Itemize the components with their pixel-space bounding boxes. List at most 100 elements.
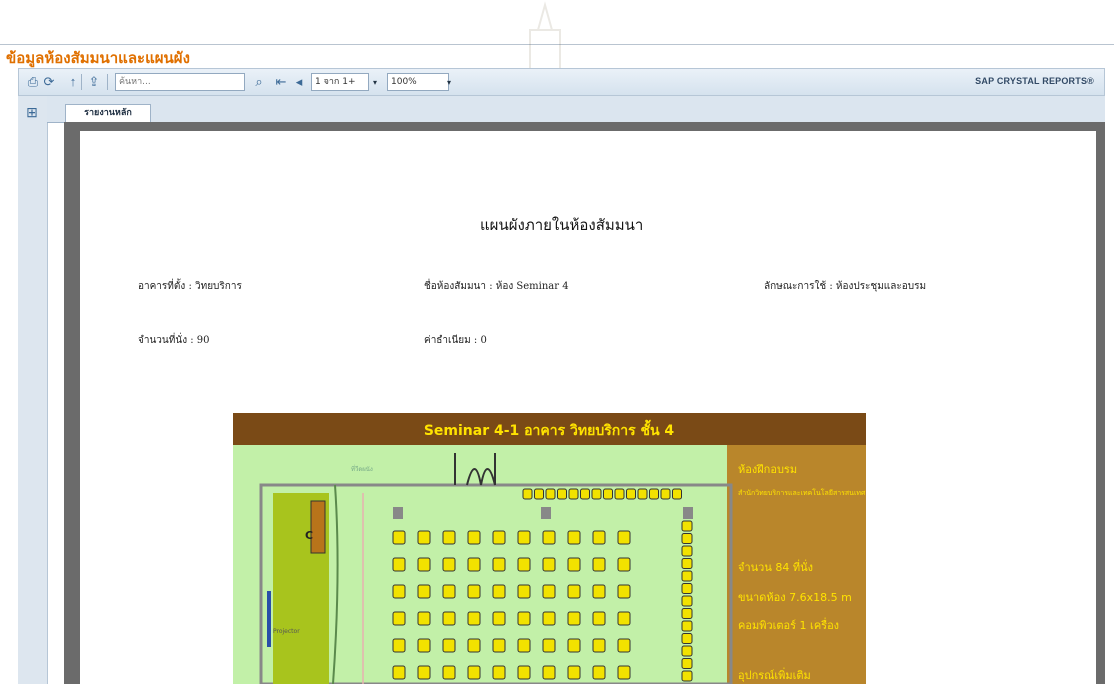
seat: [567, 638, 581, 653]
seat: [417, 638, 431, 653]
seat: [467, 557, 481, 572]
usage-field: ลักษณะการใช้ : ห้องประชุมและอบรม: [764, 281, 927, 292]
zoom-dropdown-icon[interactable]: ▾: [447, 78, 451, 87]
page-title: ข้อมูลห้องสัมมนาและแผนผัง: [6, 49, 190, 67]
seat: [681, 620, 693, 632]
group-tree-panel: ⊞: [18, 96, 48, 684]
seat: [681, 645, 693, 657]
seat: [492, 665, 506, 680]
seat: [681, 633, 693, 644]
tab-main-report[interactable]: รายงานหลัก: [65, 104, 151, 122]
seat: [492, 611, 506, 626]
seat: [567, 530, 581, 545]
seat: [517, 611, 531, 626]
projector-label: Projector: [273, 628, 300, 635]
page-navigation[interactable]: 1 จาก 1+: [311, 73, 369, 91]
report-tabs: รายงานหลัก: [47, 96, 1105, 123]
page-dropdown-icon[interactable]: ▾: [373, 78, 377, 87]
seat: [517, 638, 531, 653]
seat: [534, 488, 544, 500]
seat: [492, 638, 506, 653]
seat: [492, 584, 506, 599]
seat: [592, 584, 606, 599]
seat: [442, 557, 456, 572]
seat: [542, 665, 556, 680]
binoculars-icon[interactable]: ⌕: [251, 74, 267, 90]
seat: [392, 584, 406, 599]
seat: [617, 638, 631, 653]
report-toolbar: ⎙ ⟳ ↑ ⇪ ⌕ ⇤ ◂ 1 จาก 1+ ▾ 100% ▾ SAP CRYS…: [18, 68, 1105, 96]
seat: [681, 583, 693, 594]
seat: [417, 584, 431, 599]
prev-page-icon[interactable]: ◂: [291, 74, 307, 90]
seat: [442, 530, 456, 545]
seat: [557, 488, 567, 500]
seat: [660, 488, 671, 500]
seat: [467, 638, 481, 653]
seat: [592, 530, 606, 545]
zoom-select[interactable]: 100%: [387, 73, 449, 91]
seat: [681, 545, 693, 557]
floor-plan-image: Seminar 4-1 อาคาร วิทยบริการ ชั้น 4 C ที…: [233, 413, 866, 684]
seat: [442, 584, 456, 599]
panel-heading: ห้องฝึกอบรม: [738, 463, 797, 476]
seat: [603, 488, 613, 500]
seat: [492, 530, 506, 545]
seat: [591, 488, 602, 500]
refresh-icon[interactable]: ⟳: [41, 74, 57, 90]
screen-label: ที่วีดผนัง: [351, 465, 373, 473]
seat: [417, 611, 431, 626]
seat: [392, 665, 406, 680]
seat: [467, 584, 481, 599]
seat: [467, 611, 481, 626]
seat: [567, 557, 581, 572]
toolbar-separator: [81, 74, 82, 90]
print-icon[interactable]: ⎙: [25, 74, 41, 90]
toolbar-separator: [107, 74, 108, 90]
seat: [592, 638, 606, 653]
seat: [592, 557, 606, 572]
pillar: [683, 507, 693, 519]
first-page-icon[interactable]: ⇤: [273, 74, 289, 90]
top-divider: [0, 44, 1114, 45]
podium-label: C: [305, 529, 313, 542]
up-icon[interactable]: ↑: [65, 74, 81, 90]
seat: [617, 611, 631, 626]
room-field: ชื่อห้องสัมมนา : ห้อง Seminar 4: [424, 281, 569, 292]
seat: [522, 488, 533, 500]
seat: [545, 488, 556, 500]
seat: [442, 665, 456, 680]
seat: [567, 611, 581, 626]
projector-bar: [267, 591, 271, 647]
seat: [672, 488, 682, 500]
seat: [567, 665, 581, 680]
seat: [617, 665, 631, 680]
seat: [517, 557, 531, 572]
seat: [649, 488, 659, 500]
group-tree-toggle-icon[interactable]: ⊞: [24, 104, 40, 120]
panel-seat-count: จำนวน 84 ที่นั่ง: [738, 559, 813, 574]
seat: [637, 488, 648, 500]
seats-field: จำนวนที่นั่ง : 90: [138, 335, 210, 346]
seat: [681, 520, 693, 532]
seat: [392, 611, 406, 626]
search-input[interactable]: [115, 73, 245, 91]
seat: [681, 658, 693, 669]
seat: [467, 665, 481, 680]
seat: [681, 570, 693, 582]
seat: [567, 584, 581, 599]
podium: [310, 500, 326, 554]
seat: [681, 533, 693, 544]
building-field: อาคารที่ตั้ง : วิทยบริการ: [138, 281, 242, 292]
seat: [417, 530, 431, 545]
seat: [417, 665, 431, 680]
seat: [614, 488, 625, 500]
seat: [617, 530, 631, 545]
seat: [681, 670, 693, 682]
seat: [442, 611, 456, 626]
seat: [580, 488, 590, 500]
seat: [681, 558, 693, 569]
export-icon[interactable]: ⇪: [86, 74, 102, 90]
seat: [517, 665, 531, 680]
seat: [617, 557, 631, 572]
